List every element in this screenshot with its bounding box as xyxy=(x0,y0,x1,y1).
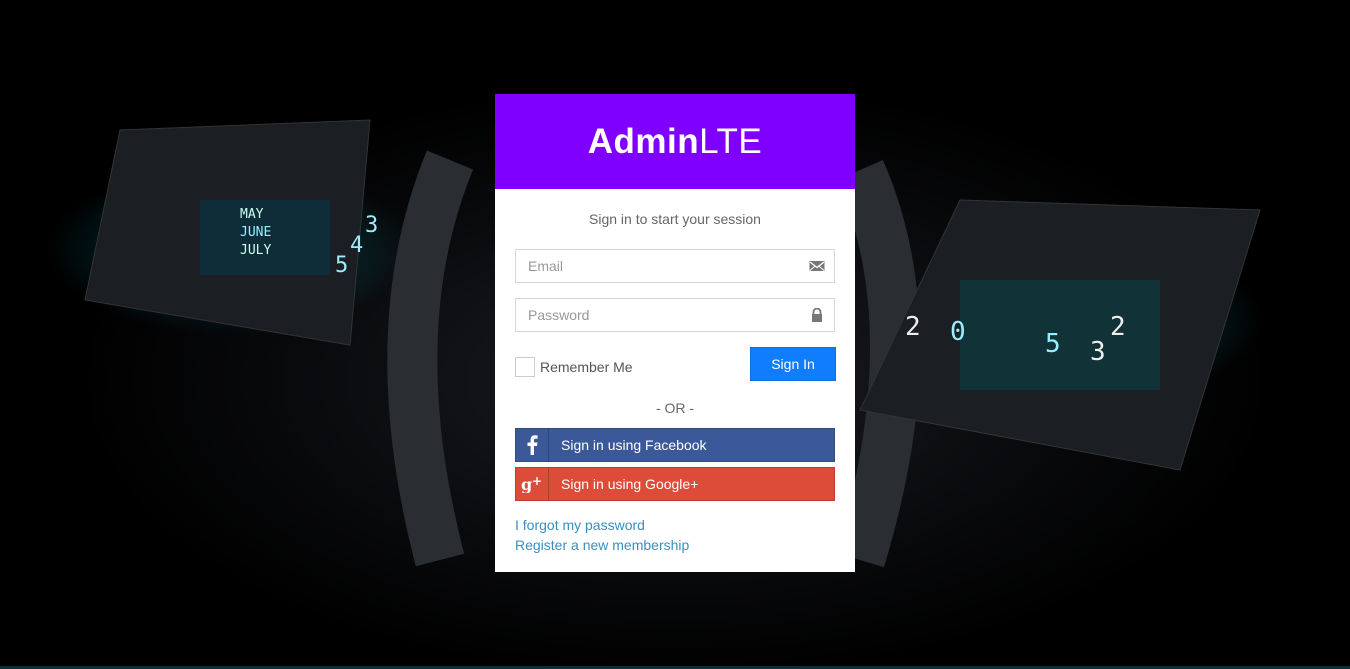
svg-text:3: 3 xyxy=(1090,337,1106,367)
svg-text:g: g xyxy=(521,475,532,493)
svg-text:+: + xyxy=(532,475,542,488)
svg-text:5: 5 xyxy=(335,253,348,278)
email-field xyxy=(515,249,835,283)
envelope-icon xyxy=(809,261,825,271)
remember-row: Remember Me Sign In xyxy=(515,347,836,381)
remember-label: Remember Me xyxy=(540,359,633,375)
svg-text:2: 2 xyxy=(1110,312,1126,342)
svg-text:4: 4 xyxy=(350,233,363,258)
svg-text:2: 2 xyxy=(905,312,921,342)
sign-in-button[interactable]: Sign In xyxy=(750,347,836,381)
email-input[interactable] xyxy=(516,250,820,282)
remember-me[interactable]: Remember Me xyxy=(515,357,633,377)
remember-checkbox[interactable] xyxy=(515,357,535,377)
logo-bold: Admin xyxy=(587,121,700,161)
login-message: Sign in to start your session xyxy=(589,211,761,227)
facebook-signin-label: Sign in using Facebook xyxy=(561,437,707,453)
svg-text:MAY: MAY xyxy=(240,207,264,222)
svg-text:3: 3 xyxy=(365,213,378,238)
app-logo[interactable]: Admin LTE xyxy=(495,94,855,189)
login-box: AdminLTE Sign in to start your session R… xyxy=(495,94,855,572)
google-signin-label: Sign in using Google+ xyxy=(561,476,699,492)
or-divider: - OR - xyxy=(655,400,695,416)
account-links: I forgot my password Register a new memb… xyxy=(515,515,835,555)
logo-light: LTE xyxy=(699,121,763,161)
register-link[interactable]: Register a new membership xyxy=(515,535,835,555)
password-input[interactable] xyxy=(516,299,820,331)
svg-text:0: 0 xyxy=(950,317,966,347)
password-field xyxy=(515,298,835,332)
google-plus-icon: g + xyxy=(516,467,549,501)
facebook-signin-button[interactable]: Sign in using Facebook xyxy=(515,428,835,462)
svg-text:JUNE: JUNE xyxy=(240,225,271,240)
google-signin-button[interactable]: g + Sign in using Google+ xyxy=(515,467,835,501)
forgot-password-link[interactable]: I forgot my password xyxy=(515,515,835,535)
lock-icon xyxy=(812,308,822,322)
svg-text:5: 5 xyxy=(1045,329,1061,359)
login-box-body: Sign in to start your session Remember M… xyxy=(495,189,855,575)
facebook-icon xyxy=(516,428,549,462)
svg-text:JULY: JULY xyxy=(240,243,271,258)
